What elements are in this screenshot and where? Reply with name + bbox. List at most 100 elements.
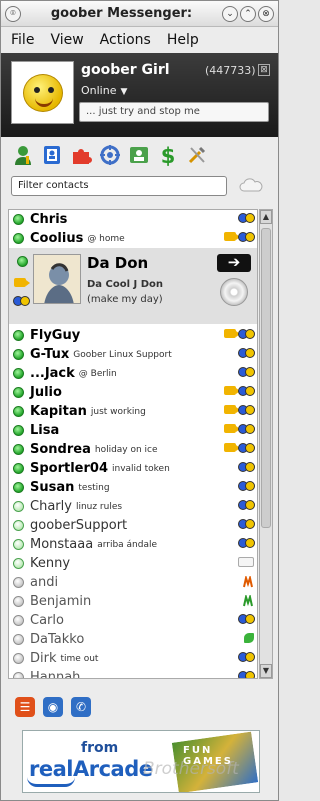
contact-jack[interactable]: ...Jack @ Berlin <box>9 364 257 383</box>
scroll-up-button[interactable]: ▲ <box>260 210 272 224</box>
menu-actions[interactable]: Actions <box>98 30 153 50</box>
contact-susan[interactable]: Susan testing <box>9 478 257 497</box>
goober-icon <box>238 348 255 358</box>
smiley-avatar-icon <box>22 73 63 112</box>
avatar[interactable] <box>11 61 74 124</box>
menu-view[interactable]: View <box>48 30 85 50</box>
contact-name: Lisa <box>30 423 60 438</box>
goober-icon <box>238 500 255 510</box>
phone-icon[interactable]: ✆ <box>71 697 91 717</box>
online-status-icon <box>13 349 24 360</box>
profile-header: goober Girl (447733) ⊠ Online ▼ ... just … <box>1 53 278 137</box>
contact-sondrea[interactable]: Sondrea holiday on ice <box>9 440 257 459</box>
contacts-icon[interactable] <box>127 143 151 167</box>
icq-icon <box>244 633 254 643</box>
contact-chris[interactable]: Chris <box>9 210 257 229</box>
tools-icon[interactable] <box>185 143 209 167</box>
away-status-icon <box>13 558 24 569</box>
filter-row: Filter contacts <box>1 173 278 201</box>
disc-icon[interactable] <box>220 278 248 306</box>
contact-carlo[interactable]: Carlo <box>9 611 257 630</box>
online-status-icon <box>13 387 24 398</box>
contact-status-text: arriba ándale <box>97 539 158 550</box>
rss-feed-icon[interactable]: ◉ <box>43 697 63 717</box>
maximize-button[interactable]: ⌃ <box>240 5 256 22</box>
away-status-icon <box>13 501 24 512</box>
contact-monstaaa[interactable]: Monstaaa arriba ándale <box>9 535 257 554</box>
contact-list[interactable]: Chris Coolius @ home Da Don Da Cool J Do… <box>8 209 258 679</box>
contact-name: ...Jack <box>30 366 75 381</box>
scroll-down-button[interactable]: ▼ <box>260 664 272 678</box>
contact-name: Kenny <box>30 556 71 571</box>
list-view-icon[interactable]: ☰ <box>15 697 35 717</box>
logo-arcade: Arcade <box>72 757 153 781</box>
contact-goobersupport[interactable]: gooberSupport <box>9 516 257 535</box>
contact-coolius[interactable]: Coolius @ home <box>9 229 257 248</box>
send-arrow-button[interactable]: ➔ <box>217 254 251 272</box>
minimize-button[interactable]: ⌄ <box>222 5 238 22</box>
messenger-window: ⌾ goober Messenger: ⌄ ⌃ ⊗ File View Acti… <box>0 0 279 801</box>
ad-from-text: from <box>81 740 119 756</box>
away-status-icon <box>13 539 24 550</box>
contact-list-scrollbar[interactable]: ▲ ▼ <box>259 209 273 679</box>
bottom-toolbar: ☰ ◉ ✆ <box>1 691 278 723</box>
contact-status-text: linuz rules <box>75 501 123 512</box>
close-button[interactable]: ⊗ <box>258 5 274 22</box>
watermark: Brothersoft <box>143 759 239 779</box>
profile-name: goober Girl <box>81 62 170 78</box>
contact-gtux[interactable]: G-Tux Goober Linux Support <box>9 345 257 364</box>
contact-hannah[interactable]: Hannah <box>9 668 257 679</box>
contact-kapitan[interactable]: Kapitan just working <box>9 402 257 421</box>
contact-name: Da Don <box>87 254 149 272</box>
profile-close-icon[interactable]: ⊠ <box>258 64 270 76</box>
goober-icon <box>238 538 255 548</box>
contact-status-text: (make my day) <box>87 294 163 305</box>
contact-dirk[interactable]: Dirk time out <box>9 649 257 668</box>
goober-icon <box>238 405 255 415</box>
contact-status-text: Goober Linux Support <box>73 349 172 360</box>
add-contact-icon[interactable] <box>11 143 35 167</box>
msn-icon <box>243 576 253 588</box>
puzzle-icon[interactable] <box>69 143 93 167</box>
status-message-field[interactable]: ... just try and stop me <box>79 102 269 122</box>
contact-name: FlyGuy <box>30 328 81 343</box>
contact-name: gooberSupport <box>30 518 128 533</box>
goober-icon <box>238 614 255 624</box>
webcam-icon <box>224 424 240 433</box>
contact-julio[interactable]: Julio <box>9 383 257 402</box>
msn-icon <box>243 595 253 607</box>
webcam-icon <box>224 329 240 338</box>
settings-wheel-icon[interactable] <box>98 143 122 167</box>
contact-name: Monstaaa <box>30 537 94 552</box>
address-book-icon[interactable] <box>40 143 64 167</box>
scroll-thumb[interactable] <box>261 228 271 528</box>
cloud-icon[interactable] <box>239 177 263 193</box>
contact-kenny[interactable]: Kenny <box>9 554 257 573</box>
contact-name: Hannah <box>30 670 81 679</box>
online-status-icon <box>13 425 24 436</box>
contact-flyguy[interactable]: FlyGuy <box>9 326 257 345</box>
contact-sportler04[interactable]: Sportler04 invalid token <box>9 459 257 478</box>
contact-status-text: invalid token <box>112 463 170 474</box>
contact-benjamin[interactable]: Benjamin <box>9 592 257 611</box>
contact-name: Charly <box>30 499 72 514</box>
window-menu-button[interactable]: ⌾ <box>5 5 21 22</box>
filter-contacts-input[interactable]: Filter contacts <box>11 176 227 196</box>
contact-charly[interactable]: Charly linuz rules <box>9 497 257 516</box>
contact-name: andi <box>30 575 59 590</box>
dollar-icon[interactable]: $ <box>156 143 180 167</box>
chat-window-icon <box>238 557 254 567</box>
contact-status-text: @ Berlin <box>78 368 117 379</box>
contact-status-text: testing <box>78 482 110 493</box>
contact-dadon-expanded[interactable]: Da Don Da Cool J Don (make my day) ➔ <box>9 248 257 324</box>
online-status-icon <box>13 406 24 417</box>
contact-andi[interactable]: andi <box>9 573 257 592</box>
menu-file[interactable]: File <box>9 30 36 50</box>
goober-icon <box>238 443 255 453</box>
contact-name: Susan <box>30 480 75 495</box>
menu-help[interactable]: Help <box>165 30 201 50</box>
contact-lisa[interactable]: Lisa <box>9 421 257 440</box>
offline-status-icon <box>13 672 24 678</box>
contact-datakko[interactable]: DaTakko <box>9 630 257 649</box>
status-dropdown[interactable]: Online ▼ <box>81 84 127 97</box>
